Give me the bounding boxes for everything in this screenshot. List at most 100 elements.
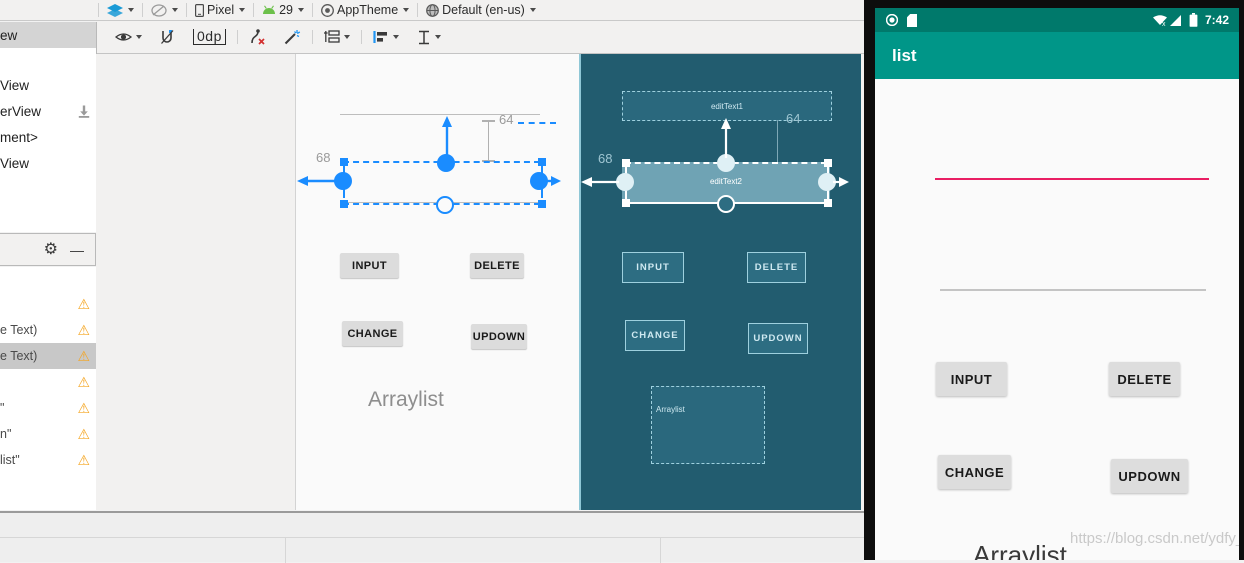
component-tree-label: e Text)	[0, 349, 38, 363]
design-button-input[interactable]: INPUT	[340, 253, 399, 278]
distribute-button[interactable]	[408, 25, 450, 49]
component-tree[interactable]: ⚠ e Text) ⚠ e Text) ⚠ ⚠ " ⚠ n" ⚠ list" ⚠	[0, 267, 97, 510]
component-tree-row-1[interactable]: ⚠	[0, 291, 96, 317]
autoconnect-toggle[interactable]	[151, 25, 184, 49]
design-anchor-bottom[interactable]	[436, 196, 454, 214]
design-handle-top-left[interactable]	[340, 158, 348, 166]
blueprint-button-delete[interactable]: DELETE	[747, 252, 806, 283]
guidelines-button[interactable]	[315, 25, 359, 49]
palette-item-3[interactable]: erView	[0, 98, 96, 124]
design-handle-bottom-left[interactable]	[340, 200, 348, 208]
designer-toolbar-row-1: Pixel 29 AppTheme Default (en-us)	[0, 0, 864, 21]
design-surface[interactable]: 64 68 INPUT DELETE CHANGE UPDOWN Arrayli…	[295, 54, 580, 510]
locale-selector[interactable]: Default (en-us)	[420, 0, 542, 20]
download-icon[interactable]	[78, 105, 90, 118]
design-button-delete[interactable]: DELETE	[470, 253, 524, 278]
gear-icon[interactable]: ⚙	[44, 241, 58, 258]
emulator-button-change-label: CHANGE	[944, 464, 1005, 480]
palette-item-2[interactable]: View	[0, 72, 96, 98]
component-tree-label: "	[0, 401, 5, 415]
blueprint-button-change[interactable]: CHANGE	[625, 320, 685, 351]
usb-debug-icon	[886, 14, 898, 26]
theme-selector[interactable]: AppTheme	[315, 0, 415, 20]
design-button-change-label: CHANGE	[347, 327, 398, 340]
design-margin-left-value: 68	[316, 150, 331, 165]
component-tree-row-4[interactable]: ⚠	[0, 369, 96, 395]
view-options-button[interactable]	[106, 25, 151, 49]
warning-icon: ⚠	[77, 426, 90, 442]
clear-constraints-button[interactable]	[240, 25, 275, 49]
blueprint-constraint-arrow-up	[721, 118, 731, 158]
palette-item-0[interactable]: ew	[0, 22, 96, 48]
design-dimension-cap-top	[482, 120, 495, 122]
emulator-screen[interactable]: x 7:42 list INPUT DELETE CHANGE UPDOWN A…	[875, 8, 1239, 560]
emulator-button-updown[interactable]: UPDOWN	[1111, 459, 1188, 493]
bottom-panel	[0, 511, 865, 563]
blueprint-surface[interactable]: editText1 64 editText2 68 INPUT DELETE C…	[579, 54, 861, 510]
blueprint-handle-bottom-right[interactable]	[824, 199, 832, 207]
device-selector[interactable]: Pixel	[189, 0, 251, 20]
design-arraylist-label: Arraylist	[368, 388, 444, 411]
warning-icon: ⚠	[77, 374, 90, 390]
component-tree-row-7[interactable]: list" ⚠	[0, 447, 96, 473]
component-tree-header: ⚙ —	[0, 233, 96, 266]
palette-list[interactable]: ew View erView ment> View	[0, 22, 97, 232]
component-tree-row-3[interactable]: e Text) ⚠	[0, 343, 96, 369]
layout-editor-canvas[interactable]: 64 68 INPUT DELETE CHANGE UPDOWN Arrayli…	[96, 54, 864, 510]
emulator-clock: 7:42	[1204, 13, 1229, 27]
emulator-edittext-1-underline[interactable]	[935, 178, 1209, 180]
api-level-selector[interactable]: 29	[256, 0, 310, 20]
design-mode-selector[interactable]	[101, 0, 140, 20]
component-tree-row-6[interactable]: n" ⚠	[0, 421, 96, 447]
align-button[interactable]	[364, 25, 408, 49]
blueprint-mode-icon	[151, 3, 167, 17]
design-constraint-arrow-right	[545, 176, 561, 186]
autoconnect-off-icon	[160, 29, 175, 45]
design-handle-bottom-right[interactable]	[538, 200, 546, 208]
blueprint-anchor-bottom[interactable]	[717, 195, 735, 213]
component-tree-row-5[interactable]: " ⚠	[0, 395, 96, 421]
android-icon	[262, 4, 276, 16]
design-button-change[interactable]: CHANGE	[342, 321, 403, 346]
blueprint-handle-bottom-left[interactable]	[622, 199, 630, 207]
design-button-input-label: INPUT	[352, 259, 387, 272]
blueprint-mode-selector[interactable]	[145, 0, 184, 20]
palette-item-1[interactable]	[0, 48, 96, 72]
emulator-button-delete-label: DELETE	[1117, 371, 1172, 387]
blueprint-handle-top-right[interactable]	[824, 159, 832, 167]
blueprint-edittext1-label: editText1	[710, 102, 744, 111]
blueprint-arraylist-textview[interactable]: Arraylist	[651, 386, 765, 464]
blueprint-button-input[interactable]: INPUT	[622, 252, 684, 283]
component-tree-row-2[interactable]: e Text) ⚠	[0, 317, 96, 343]
emulator-button-delete[interactable]: DELETE	[1109, 362, 1180, 396]
minimize-icon[interactable]: —	[70, 243, 84, 257]
palette-item-5[interactable]: View	[0, 150, 96, 176]
api-level-label: 29	[279, 3, 293, 17]
blueprint-constraint-arrow-left	[581, 177, 619, 187]
blueprint-button-input-label: INPUT	[636, 262, 670, 273]
emulator-button-input-label: INPUT	[950, 371, 993, 387]
align-left-icon	[373, 30, 389, 44]
blueprint-edittext1[interactable]: editText1	[622, 91, 832, 121]
blueprint-margin-top-value: 64	[786, 111, 801, 126]
blueprint-button-updown[interactable]: UPDOWN	[748, 323, 808, 354]
emulator-button-change[interactable]: CHANGE	[938, 455, 1011, 489]
theme-selector-label: AppTheme	[337, 3, 399, 17]
emulator-button-input[interactable]: INPUT	[936, 362, 1007, 396]
emulator-edittext-2-underline[interactable]	[940, 289, 1206, 291]
design-margin-top-value: 64	[499, 112, 514, 127]
sd-card-icon	[907, 13, 917, 27]
design-handle-top-right[interactable]	[538, 158, 546, 166]
designer-toolbar-row-2: 0dp	[96, 21, 864, 54]
infer-constraints-button[interactable]	[275, 25, 310, 49]
blueprint-button-delete-label: DELETE	[754, 262, 799, 273]
emulator-arraylist-label: Arraylist	[973, 540, 1067, 560]
component-tree-row-0[interactable]	[0, 267, 96, 291]
default-margin-button[interactable]: 0dp	[184, 25, 235, 49]
blueprint-button-change-label: CHANGE	[631, 330, 679, 341]
palette-item-label: erView	[0, 103, 42, 119]
blueprint-handle-top-left[interactable]	[622, 159, 630, 167]
signal-icon	[1169, 14, 1182, 27]
palette-item-4[interactable]: ment>	[0, 124, 96, 150]
design-button-updown[interactable]: UPDOWN	[471, 324, 527, 349]
